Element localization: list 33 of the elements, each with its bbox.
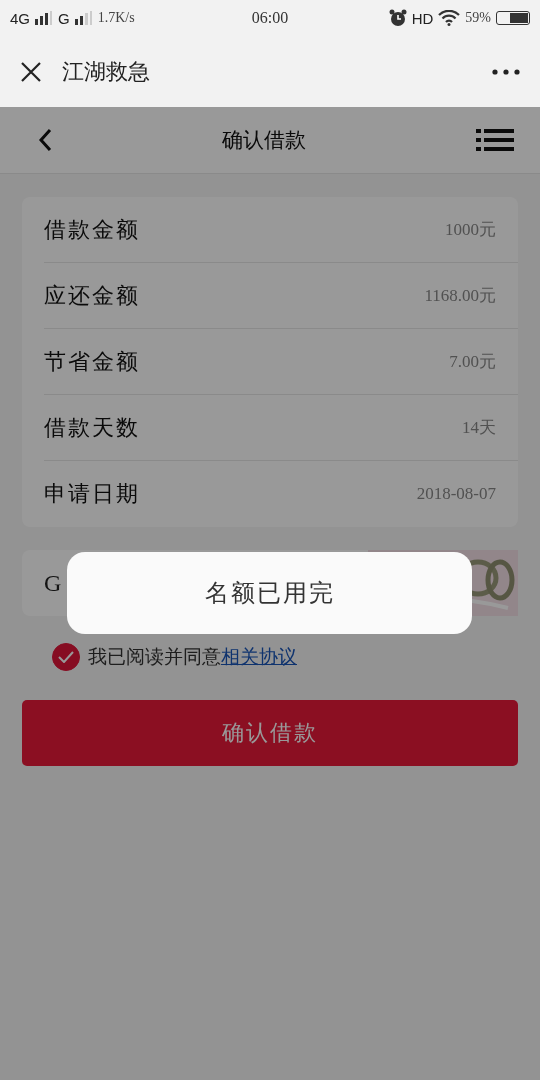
detail-label: 借款天数 (44, 413, 140, 442)
alarm-icon (388, 9, 407, 27)
agreement-text: 我已阅读并同意 (88, 645, 221, 669)
battery-percent: 59% (465, 10, 491, 26)
notice-toast: 名额已用完 (67, 552, 472, 634)
screen-title: 确认借款 (222, 127, 306, 154)
detail-value: 14天 (462, 417, 496, 439)
detail-label: 节省金额 (44, 347, 140, 376)
detail-label: 借款金额 (44, 215, 140, 244)
network-type: 4G (10, 9, 30, 27)
detail-value: 7.00元 (449, 351, 496, 373)
clock: 06:00 (251, 9, 289, 27)
close-icon[interactable] (20, 60, 42, 83)
network-speed: 1.7K/s (97, 10, 135, 26)
back-icon[interactable] (38, 128, 52, 152)
page-title: 江湖救急 (62, 57, 151, 86)
signal-icon (74, 11, 93, 25)
agree-checkbox[interactable] (52, 643, 80, 671)
detail-label: 应还金额 (44, 281, 140, 310)
detail-value: 1000元 (445, 219, 496, 241)
detail-value: 2018-08-07 (416, 484, 496, 504)
agreement-link[interactable]: 相关协议 (221, 644, 297, 670)
battery-icon (496, 11, 530, 25)
signal-icon (35, 11, 53, 25)
confirm-button[interactable]: 确认借款 (22, 700, 518, 766)
check-icon (58, 651, 74, 663)
detail-label: 申请日期 (44, 480, 140, 508)
detail-value: 1168.00元 (424, 285, 496, 307)
wifi-icon (438, 10, 461, 26)
network-type: G (58, 9, 70, 27)
hd-indicator: HD (411, 9, 434, 27)
menu-icon[interactable] (476, 129, 514, 151)
more-icon[interactable] (492, 68, 520, 75)
